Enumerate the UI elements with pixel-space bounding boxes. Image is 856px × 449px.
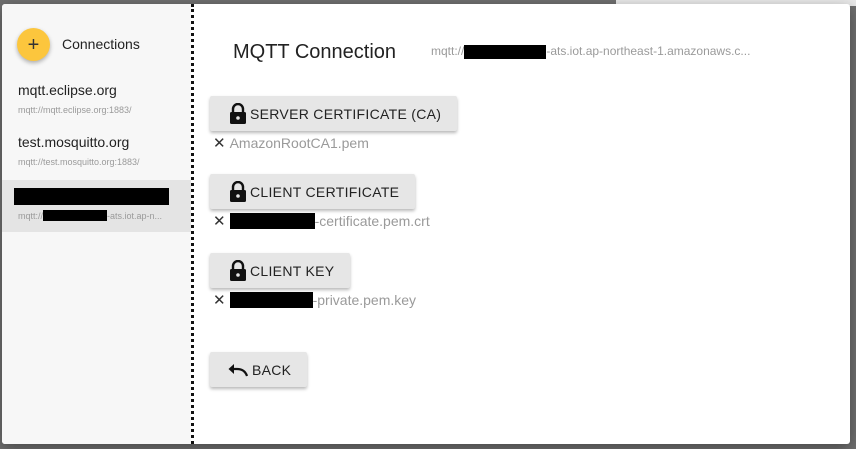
plus-icon: + <box>27 33 40 56</box>
lock-icon <box>230 259 246 281</box>
close-icon[interactable]: ✕ <box>213 212 226 230</box>
close-icon[interactable]: ✕ <box>213 134 226 152</box>
connection-dialog: + Connections mqtt.eclipse.org mqtt://mq… <box>2 4 850 444</box>
add-connection-button[interactable]: + <box>17 28 50 61</box>
server-certificate-filename: AmazonRootCA1.pem <box>229 135 369 151</box>
url-prefix: mqtt:// <box>18 210 44 221</box>
client-key-label: CLIENT KEY <box>250 262 335 279</box>
client-key-filename: -private.pem.key <box>312 292 417 308</box>
client-key-file: ✕ -private.pem.key <box>213 291 416 309</box>
host-suffix: -ats.iot.ap-northeast-1.amazonaws.c... <box>546 44 751 58</box>
back-label: BACK <box>252 361 292 378</box>
sidebar-divider[interactable] <box>191 4 194 444</box>
lock-icon <box>230 102 246 124</box>
back-button[interactable]: BACK <box>210 352 308 387</box>
client-certificate-label: CLIENT CERTIFICATE <box>250 183 400 200</box>
client-certificate-filename: -certificate.pem.crt <box>314 213 430 229</box>
lock-icon <box>230 180 246 202</box>
close-icon[interactable]: ✕ <box>213 291 226 309</box>
client-key-button[interactable]: CLIENT KEY <box>210 253 351 288</box>
undo-arrow-icon <box>228 363 249 376</box>
connection-settings-panel: MQTT Connection mqtt:// -ats.iot.ap-north… <box>195 4 850 444</box>
redaction-block <box>229 213 315 229</box>
connection-name-redacted <box>14 187 169 205</box>
redaction-block <box>229 292 313 308</box>
connection-url: mqtt:// -ats.iot.ap-n... <box>18 210 162 221</box>
server-certificate-file: ✕ AmazonRootCA1.pem <box>213 134 369 152</box>
redaction-block <box>464 44 547 59</box>
page-title: MQTT Connection <box>233 41 397 63</box>
connection-item-mosquitto[interactable]: test.mosquitto.org mqtt://test.mosquitto… <box>2 134 191 186</box>
url-suffix: -ats.iot.ap-n... <box>107 210 163 221</box>
redaction-block <box>43 210 108 221</box>
connection-url: mqtt://mqtt.eclipse.org:1883/ <box>18 105 132 115</box>
redaction-block <box>14 187 169 205</box>
connections-heading: Connections <box>62 36 140 52</box>
client-certificate-button[interactable]: CLIENT CERTIFICATE <box>210 174 416 209</box>
server-certificate-button[interactable]: SERVER CERTIFICATE (CA) <box>210 96 458 131</box>
client-certificate-file: ✕ -certificate.pem.crt <box>213 212 430 230</box>
connection-item-aws-selected[interactable]: mqtt:// -ats.iot.ap-n... <box>2 180 191 232</box>
host-prefix: mqtt:// <box>431 44 465 58</box>
connections-sidebar: + Connections mqtt.eclipse.org mqtt://mq… <box>2 4 191 444</box>
server-certificate-label: SERVER CERTIFICATE (CA) <box>250 105 442 122</box>
connection-name: mqtt.eclipse.org <box>18 82 117 98</box>
connection-name: test.mosquitto.org <box>18 134 130 150</box>
connection-host: mqtt:// -ats.iot.ap-northeast-1.amazonaws… <box>431 44 750 59</box>
connection-item-eclipse[interactable]: mqtt.eclipse.org mqtt://mqtt.eclipse.org… <box>2 82 191 134</box>
connection-url: mqtt://test.mosquitto.org:1883/ <box>18 157 140 167</box>
